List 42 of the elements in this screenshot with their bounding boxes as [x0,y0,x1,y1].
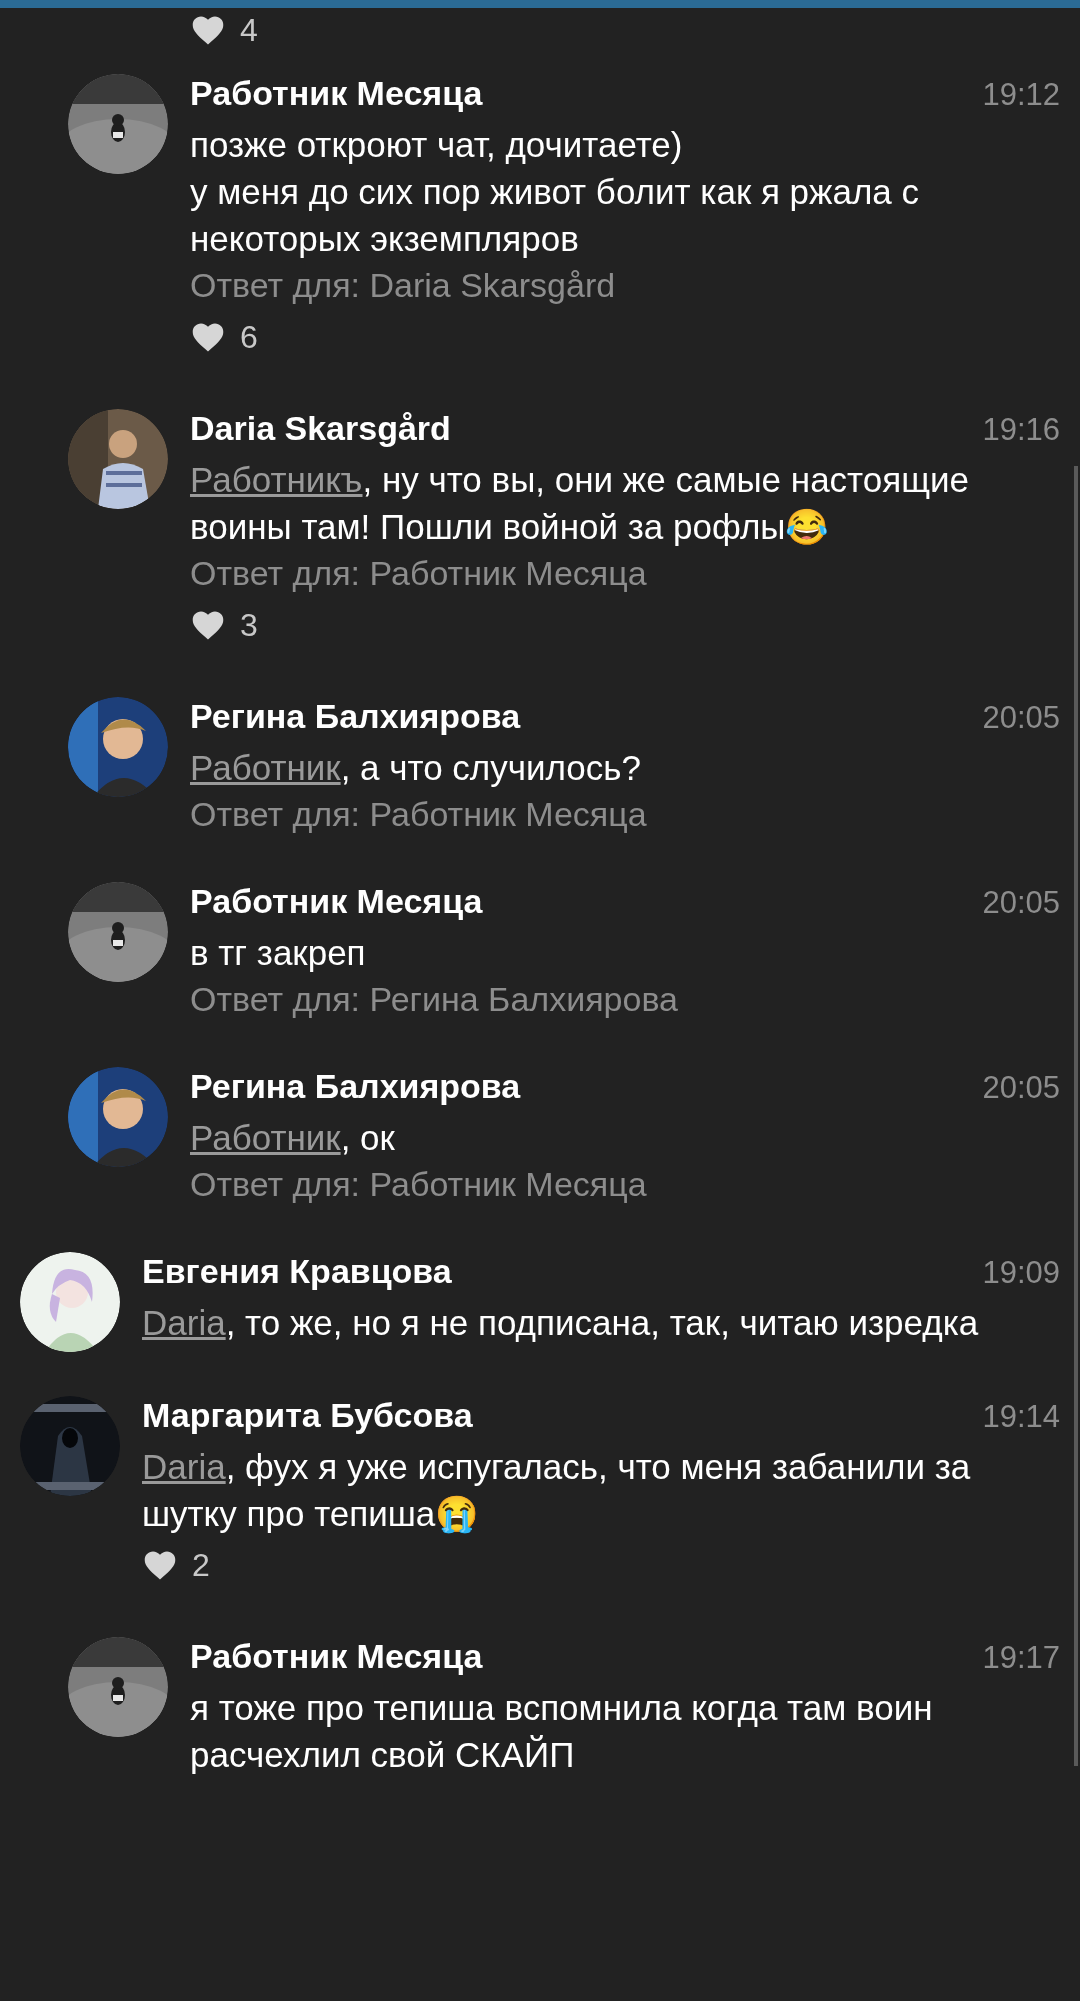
like-count: 3 [240,606,258,644]
reply-to-label[interactable]: Ответ для: Регина Балхиярова [190,976,1060,1023]
author-name[interactable]: Работник Месяца [190,74,483,113]
heart-icon[interactable] [190,321,226,353]
author-name[interactable]: Регина Балхиярова [190,1067,521,1106]
like-count: 4 [240,11,258,49]
like-count: 6 [240,318,258,356]
heart-icon[interactable] [190,609,226,641]
comment-time: 19:17 [982,1640,1060,1676]
reply-to-label[interactable]: Ответ для: Daria Skarsgård [190,262,1060,309]
comment-text: Daria, то же, но я не подписана, так, читаю изредка [142,1302,980,1344]
mention-link[interactable]: Работник [190,748,341,787]
comment-time: 20:05 [982,885,1060,921]
comment-time: 19:09 [982,1255,1060,1291]
comment-time: 19:12 [982,77,1060,113]
author-name[interactable]: Евгения Кравцова [142,1252,452,1291]
mention-link[interactable]: Daria [142,1303,226,1342]
mention-link[interactable]: Работникъ [190,460,363,499]
author-name[interactable]: Регина Балхиярова [190,697,521,736]
comment-text: я тоже про тепиша вспомнила когда там воин расчехлил свой СКАЙП [190,1687,934,1776]
comment-text: позже откроют чат, дочитаете) у меня до сих пор живот болит как я ржала с некоторых экземпляров [190,124,921,260]
heart-icon[interactable] [190,14,226,46]
reply-to-label[interactable]: Ответ для: Работник Месяца [190,550,1060,597]
author-name[interactable]: Работник Месяца [190,1637,483,1676]
heart-icon[interactable] [142,1549,178,1581]
like-count: 2 [192,1546,210,1584]
comment-time: 19:14 [982,1399,1060,1435]
comment-time: 20:05 [982,700,1060,736]
reply-to-label[interactable]: Ответ для: Работник Месяца [190,791,1060,838]
comment-time: 19:16 [982,412,1060,448]
author-name[interactable]: Daria Skarsgård [190,409,451,448]
author-name[interactable]: Маргарита Бубсова [142,1396,473,1435]
comment-text: в тг закреп [190,932,367,974]
comment-text: Daria, фух я уже испугалась, что меня забанили за шутку про тепиша😭 [142,1446,972,1536]
comment-text: Работникъ, ну что вы, они же самые настоящие воины там! Пошли войной за рофлы😂 [190,459,970,548]
reply-to-label[interactable]: Ответ для: Работник Месяца [190,1161,1060,1208]
author-name[interactable]: Работник Месяца [190,882,483,921]
comment-time: 20:05 [982,1070,1060,1106]
mention-link[interactable]: Daria [142,1447,226,1486]
mention-link[interactable]: Работник [190,1118,341,1157]
comment-text: Работник, а что случилось? [190,747,642,789]
comment-text: Работник, ок [190,1117,396,1159]
